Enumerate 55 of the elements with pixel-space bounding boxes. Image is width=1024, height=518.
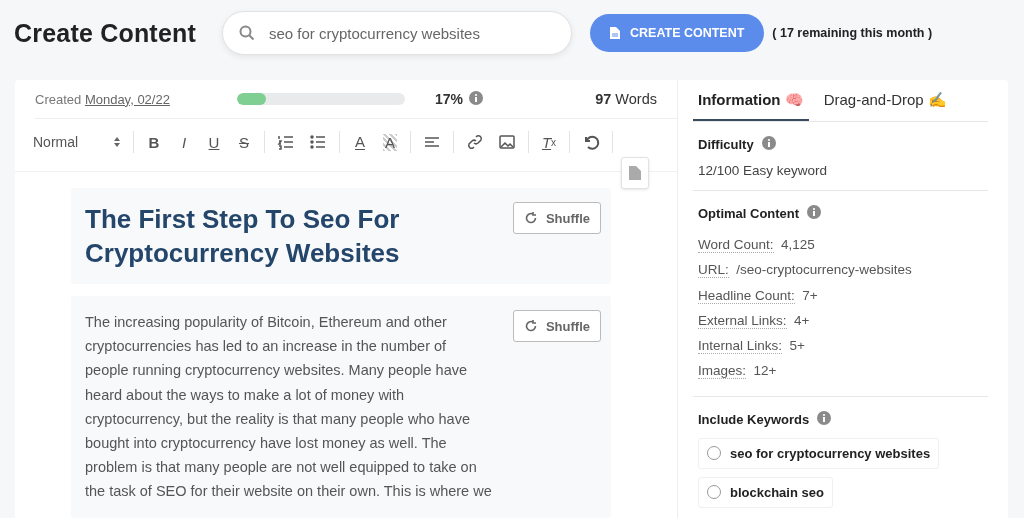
metric-row-text: Images: 12+ — [698, 362, 778, 382]
section-title: Optimal Content — [698, 206, 800, 221]
keyword-label: seo for cryptocurrency websites — [730, 445, 931, 461]
text-color-button[interactable]: A — [352, 134, 368, 150]
search-bar[interactable]: seo for cryptocurrency websites — [222, 11, 572, 55]
info-icon[interactable] — [761, 136, 776, 153]
remaining-count: ( 17 remaining this month ) — [772, 26, 933, 40]
keyword-chip[interactable]: blockchain seo — [698, 476, 833, 508]
bullet-list-icon — [309, 133, 327, 151]
info-icon[interactable] — [469, 90, 484, 108]
created-date: Created Monday, 02/22 — [35, 91, 171, 107]
section-title: Difficulty — [698, 137, 754, 152]
info-icon[interactable] — [807, 205, 822, 222]
bullet-list-button[interactable] — [309, 133, 327, 151]
image-button[interactable] — [498, 133, 516, 151]
undo-button[interactable] — [582, 133, 600, 151]
strikethrough-button[interactable]: S — [236, 133, 252, 151]
document-icon — [629, 166, 641, 180]
format-select[interactable]: Normal — [33, 134, 121, 150]
document-icon — [610, 27, 620, 39]
metric-row-text: Internal Links: 5+ — [698, 337, 806, 357]
document-button[interactable] — [621, 157, 649, 189]
image-icon — [498, 133, 516, 151]
shuffle-button[interactable]: Shuffle — [512, 202, 601, 234]
undo-icon — [582, 133, 600, 151]
metric-row-text: Word Count: 4,125 — [698, 236, 816, 255]
word-count: 97 Words — [595, 91, 657, 107]
metric-row-text: External Links: 4+ — [698, 311, 811, 331]
page-title: Create Content — [14, 18, 196, 48]
bold-button[interactable]: B — [146, 133, 162, 151]
article-paragraph: The increasing popularity of Bitcoin, Ethereum and other cryptocurrencies has led to an increase in the number of people running cryptocurrency websites. Many people have heard about the ways to make a lot of money with cryptocurrency, but the reality is that many people who have bought into cryptocurrency have lost money as well. The problem is that many people are not well equipped to take on the task of SEO for their website on their own. This is where we — [85, 313, 492, 502]
shuffle-button[interactable]: Shuffle — [512, 310, 601, 342]
ordered-list-button[interactable] — [277, 133, 295, 151]
highlight-button[interactable]: A — [382, 133, 398, 151]
progress-percent: 17% — [435, 91, 464, 107]
search-field[interactable]: seo for cryptocurrency websites — [267, 23, 555, 43]
metric-row-text: URL: /seo-cryptocurrency-websites — [698, 261, 913, 281]
italic-button[interactable]: I — [176, 133, 192, 151]
keyword-label: blockchain seo — [730, 484, 824, 500]
metric-row-text: Headline Count: 7+ — [698, 286, 819, 306]
section-title: Include Keywords — [698, 411, 810, 427]
info-icon[interactable] — [817, 410, 832, 428]
sort-arrows-icon — [113, 136, 121, 148]
link-button[interactable] — [466, 133, 484, 151]
refresh-icon — [523, 211, 538, 225]
link-icon — [466, 133, 484, 151]
sidebar-tab[interactable]: Drag-and-Drop ✍ — [818, 80, 952, 121]
ordered-list-icon — [277, 133, 295, 151]
difficulty-value: 12/100 Easy keyword — [698, 163, 829, 178]
sidebar-tab[interactable]: Information 🧠 — [693, 80, 809, 121]
search-icon — [239, 25, 255, 41]
refresh-icon — [523, 319, 538, 333]
article-heading: The First Step To Seo For Cryptocurrency Websites — [85, 203, 400, 270]
underline-button[interactable]: U — [206, 133, 222, 151]
keyword-chip[interactable]: seo for cryptocurrency websites — [698, 437, 940, 469]
